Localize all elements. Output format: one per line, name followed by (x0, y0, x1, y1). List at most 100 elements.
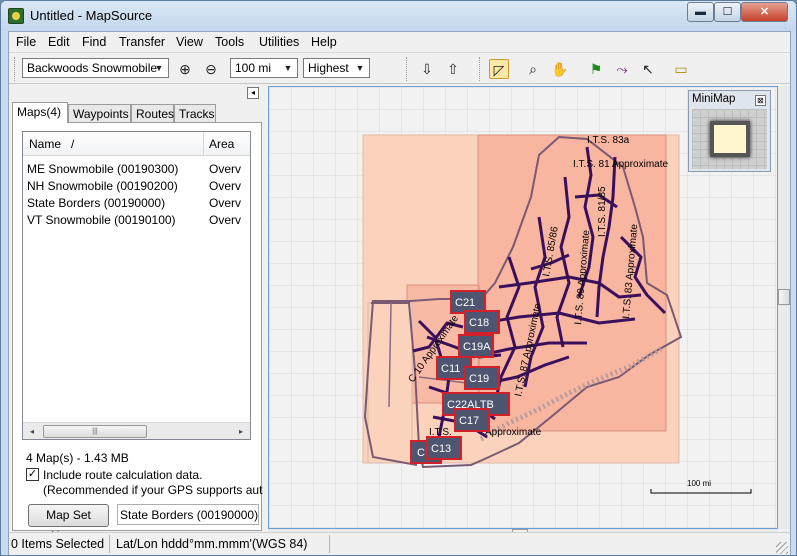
list-item-area: Overv (209, 162, 242, 176)
product-select-value: Backwoods Snowmobile (27, 61, 158, 75)
menu-bar: File Edit Find Transfer View Tools Utili… (9, 32, 790, 52)
scroll-thumb[interactable]: ||| (43, 425, 147, 438)
tab-routes[interactable]: Routes (131, 104, 174, 122)
left-panel: ◂ Maps(4) Waypoints Routes Tracks Name /… (9, 84, 266, 543)
list-item[interactable]: State Borders (00190000) (27, 196, 165, 210)
map-tile-c18[interactable]: C18 (464, 310, 500, 334)
maximize-button[interactable]: ☐ (714, 2, 741, 22)
map-set-name-field[interactable]: State Borders (00190000) (117, 504, 259, 525)
map-tile-c17[interactable]: C17 (454, 408, 490, 432)
list-item-area: Overv (209, 179, 242, 193)
tab-waypoints[interactable]: Waypoints (68, 104, 131, 122)
toolbar: Backwoods Snowmobile ▼ ⊕ ⊖ 100 mi ▼ High… (9, 52, 790, 84)
selection-arrow-tool-icon[interactable]: ↖ (638, 59, 658, 79)
status-selection: 0 Items Selected (11, 537, 105, 551)
map-vertical-scrollbar[interactable] (778, 86, 790, 529)
map-count-summary: 4 Map(s) - 1.43 MB (26, 451, 129, 465)
client-area: File Edit Find Transfer View Tools Utili… (8, 31, 791, 555)
waypoint-flag-tool-icon[interactable]: ⚑ (586, 59, 606, 79)
collapse-panel-button[interactable]: ◂ (247, 87, 259, 99)
tile-label: C19 (469, 373, 489, 385)
toolbar-separator (479, 57, 481, 81)
scroll-right-icon[interactable]: ▸ (233, 424, 249, 439)
hand-pan-tool-icon[interactable]: ✋ (550, 59, 570, 79)
menu-view[interactable]: View (176, 35, 203, 49)
tile-label: C (417, 447, 425, 459)
menu-edit[interactable]: Edit (48, 35, 70, 49)
distance-ruler-tool-icon[interactable]: ▭ (671, 59, 691, 79)
toolbar-grip (14, 57, 16, 81)
tab-tracks[interactable]: Tracks (174, 104, 216, 122)
detail-level-select[interactable]: Highest ▼ (303, 58, 370, 78)
status-divider (109, 535, 110, 553)
tile-label: C18 (469, 317, 489, 329)
list-item[interactable]: NH Snowmobile (00190200) (27, 179, 178, 193)
zoom-out-icon[interactable]: ⊖ (201, 59, 221, 79)
receive-from-device-icon[interactable]: ⇩ (417, 59, 437, 79)
column-area[interactable]: Area (209, 137, 234, 151)
map-tile-c19a[interactable]: C19A (458, 334, 494, 358)
map-label: Approximate (485, 427, 542, 438)
route-calculation-checkbox[interactable]: ✓ (26, 468, 39, 481)
route-calculation-note: (Recommended if your GPS supports auto-r… (43, 483, 263, 497)
map-tile-c13[interactable]: C13 (426, 436, 462, 460)
route-tool-icon[interactable]: ⤳ (612, 59, 632, 79)
close-button[interactable]: ✕ (741, 2, 788, 22)
zoom-in-icon[interactable]: ⊕ (175, 59, 195, 79)
map-set-name-button[interactable]: Map Set Name: (28, 504, 109, 543)
minimap-title: MiniMap (692, 93, 736, 105)
tile-label: C17 (459, 415, 479, 427)
map-label: I.T.S. 83a (587, 135, 630, 146)
mapsource-window: Untitled - MapSource ▬ ☐ ✕ File Edit Fin… (0, 0, 797, 556)
map-tile-c21[interactable]: C21 (450, 290, 486, 314)
menu-utilities[interactable]: Utilities (259, 35, 299, 49)
minimap-panel[interactable]: MiniMap ⊠ (688, 90, 771, 172)
menu-tools[interactable]: Tools (215, 35, 244, 49)
list-item-area: Overv (209, 213, 242, 227)
zoom-tool-icon[interactable]: ⌕ (523, 59, 543, 79)
tile-label: C21 (455, 297, 475, 309)
menu-find[interactable]: Find (82, 35, 106, 49)
tile-label: C11 (441, 363, 460, 375)
product-select[interactable]: Backwoods Snowmobile ▼ (22, 58, 169, 78)
detail-level-value: Highest (308, 61, 349, 75)
menu-file[interactable]: File (16, 35, 36, 49)
map-label: I.T.S. 81/85 (597, 186, 608, 237)
tile-label: C13 (431, 443, 451, 455)
send-to-device-icon[interactable]: ⇧ (443, 59, 463, 79)
chevron-down-icon: ▼ (283, 63, 293, 73)
title-bar[interactable]: Untitled - MapSource ▬ ☐ ✕ (1, 1, 796, 31)
zoom-scale-value: 100 mi (235, 61, 272, 75)
chevron-down-icon: ▼ (154, 63, 164, 73)
tab-maps[interactable]: Maps(4) (12, 102, 68, 123)
map-tile-c19[interactable]: C19 (464, 366, 500, 390)
status-divider (329, 535, 330, 553)
list-horizontal-scrollbar[interactable]: ◂ ||| ▸ (23, 422, 250, 439)
list-item[interactable]: VT Snowmobile (00190100) (27, 213, 176, 227)
map-select-tool-icon[interactable]: ◸ (489, 59, 509, 79)
list-item-area: Overv (209, 196, 242, 210)
status-position-format: Lat/Lon hddd°mm.mmm'(WGS 84) (116, 537, 308, 551)
list-item[interactable]: ME Snowmobile (00190300) (27, 162, 178, 176)
panel-tabs: Maps(4) Waypoints Routes Tracks (12, 102, 262, 123)
maps-list-header: Name / Area (23, 132, 250, 156)
sort-indicator: / (71, 137, 75, 151)
scroll-left-icon[interactable]: ◂ (24, 424, 40, 439)
minimize-button[interactable]: ▬ (687, 2, 714, 22)
maps-list[interactable]: Name / Area ME Snowmobile (00190300) Ove… (22, 131, 251, 440)
chevron-down-icon: ▼ (355, 63, 365, 73)
column-divider[interactable] (203, 132, 204, 156)
mapsource-app-icon (8, 8, 24, 24)
column-name[interactable]: Name (29, 137, 61, 151)
tile-label: C19A (463, 341, 491, 353)
map-label: I.T.S. 81 Approximate (573, 159, 668, 170)
menu-transfer[interactable]: Transfer (119, 35, 165, 49)
minimap-view[interactable] (692, 109, 767, 169)
minimap-viewport-frame[interactable] (710, 121, 750, 157)
zoom-scale-select[interactable]: 100 mi ▼ (230, 58, 298, 78)
menu-help[interactable]: Help (311, 35, 337, 49)
scroll-thumb[interactable] (778, 289, 790, 305)
resize-grip[interactable] (776, 542, 788, 554)
minimap-close-button[interactable]: ⊠ (755, 95, 766, 106)
status-bar: 0 Items Selected Lat/Lon hddd°mm.mmm'(WG… (9, 532, 790, 555)
